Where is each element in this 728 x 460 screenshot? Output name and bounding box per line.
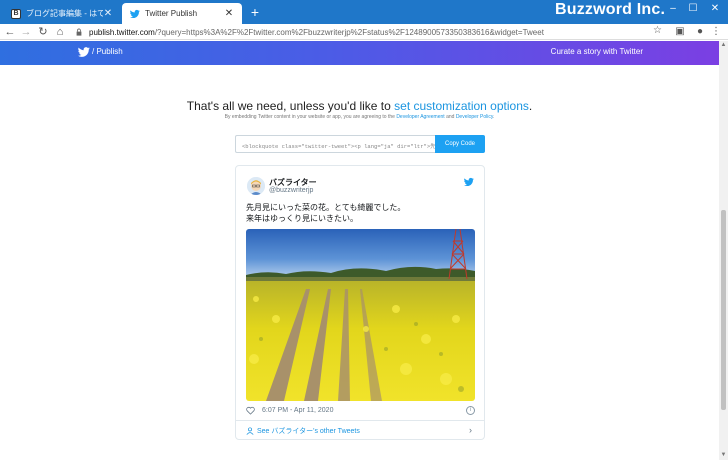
profile-icon[interactable]: ● xyxy=(693,25,707,39)
chevron-right-icon: › xyxy=(469,425,472,435)
developer-policy-link[interactable]: Developer Policy xyxy=(456,114,493,120)
tweet-text: 先月見にいった菜の花。とても綺麗でした。 来年はゆっくり見にいきたい。 xyxy=(246,203,406,223)
reload-icon[interactable]: ↻ xyxy=(36,25,50,39)
see-other-tweets-link[interactable]: See バズライター's other Tweets xyxy=(257,426,360,436)
twitter-bird-icon[interactable] xyxy=(464,177,474,187)
twitter-bird-icon xyxy=(130,9,140,19)
customization-options-link[interactable]: set customization options xyxy=(394,99,529,113)
maximize-icon[interactable]: ☐ xyxy=(686,2,700,16)
tab-hatena-blog[interactable]: B ブログ記事編集 - はてなブログ ✕ xyxy=(3,3,121,24)
tweet-meta: 6:07 PM - Apr 11, 2020 i xyxy=(246,406,475,418)
tab-label: Twitter Publish xyxy=(145,9,198,18)
scrollbar-thumb[interactable] xyxy=(721,210,726,410)
scroll-up-icon[interactable]: ▲ xyxy=(719,41,728,50)
lock-icon xyxy=(76,28,82,36)
info-icon[interactable]: i xyxy=(466,406,475,415)
tab-twitter-publish[interactable]: Twitter Publish ✕ xyxy=(122,3,242,24)
minimize-icon[interactable]: – xyxy=(666,2,680,16)
extension-icon[interactable]: ▣ xyxy=(673,25,687,39)
browser-toolbar: ← → ↻ ⌂ publish.twitter.com/?query=https… xyxy=(0,24,728,40)
heart-icon[interactable] xyxy=(246,406,255,415)
back-arrow-icon[interactable]: ← xyxy=(3,25,17,39)
page-headline: That's all we need, unless you'd like to… xyxy=(186,99,533,113)
see-other-tweets-row[interactable]: See バズライター's other Tweets › xyxy=(236,420,484,440)
developer-agreement-link[interactable]: Developer Agreement xyxy=(396,114,444,120)
user-handle[interactable]: @buzzwriterjp xyxy=(269,187,313,194)
tweet-photo[interactable] xyxy=(246,229,475,401)
home-icon[interactable]: ⌂ xyxy=(53,25,67,39)
publish-title[interactable]: / Publish xyxy=(92,47,123,56)
embed-code-field[interactable]: <blockquote class="twitter-tweet"><p lan… xyxy=(235,135,435,153)
close-icon[interactable]: ✕ xyxy=(103,8,113,19)
menu-icon[interactable]: ⋮ xyxy=(709,25,723,39)
publish-header: / Publish Curate a story with Twitter xyxy=(0,41,719,65)
tab-strip: B ブログ記事編集 - はてなブログ ✕ Twitter Publish ✕ +… xyxy=(0,0,728,24)
person-icon xyxy=(246,427,254,435)
copy-code-button[interactable]: Copy Code xyxy=(435,135,485,153)
tweet-timestamp[interactable]: 6:07 PM - Apr 11, 2020 xyxy=(262,407,333,414)
twitter-bird-icon[interactable] xyxy=(78,46,90,58)
tab-label: ブログ記事編集 - はてなブログ xyxy=(26,9,103,18)
curate-story-link[interactable]: Curate a story with Twitter xyxy=(551,47,643,56)
address-bar[interactable]: publish.twitter.com/?query=https%3A%2F%2… xyxy=(73,25,669,39)
close-icon[interactable]: ✕ xyxy=(224,8,234,19)
scroll-down-icon[interactable]: ▼ xyxy=(719,451,728,460)
avatar[interactable] xyxy=(247,177,265,195)
window-close-icon[interactable]: ✕ xyxy=(708,2,722,16)
hatena-icon: B xyxy=(11,8,21,19)
agreement-notice: By embedding Twitter content in your web… xyxy=(224,114,495,120)
brand-overlay: Buzzword Inc. xyxy=(555,1,666,18)
page-viewport: / Publish Curate a story with Twitter Th… xyxy=(0,41,719,460)
bookmark-star-icon[interactable]: ☆ xyxy=(653,25,662,36)
embedded-tweet-card[interactable]: バズライター @buzzwriterjp 先月見にいった菜の花。とても綺麗でした… xyxy=(235,165,485,440)
new-tab-button[interactable]: + xyxy=(247,4,263,20)
forward-arrow-icon[interactable]: → xyxy=(19,25,33,39)
url-text: publish.twitter.com/?query=https%3A%2F%2… xyxy=(89,27,544,37)
